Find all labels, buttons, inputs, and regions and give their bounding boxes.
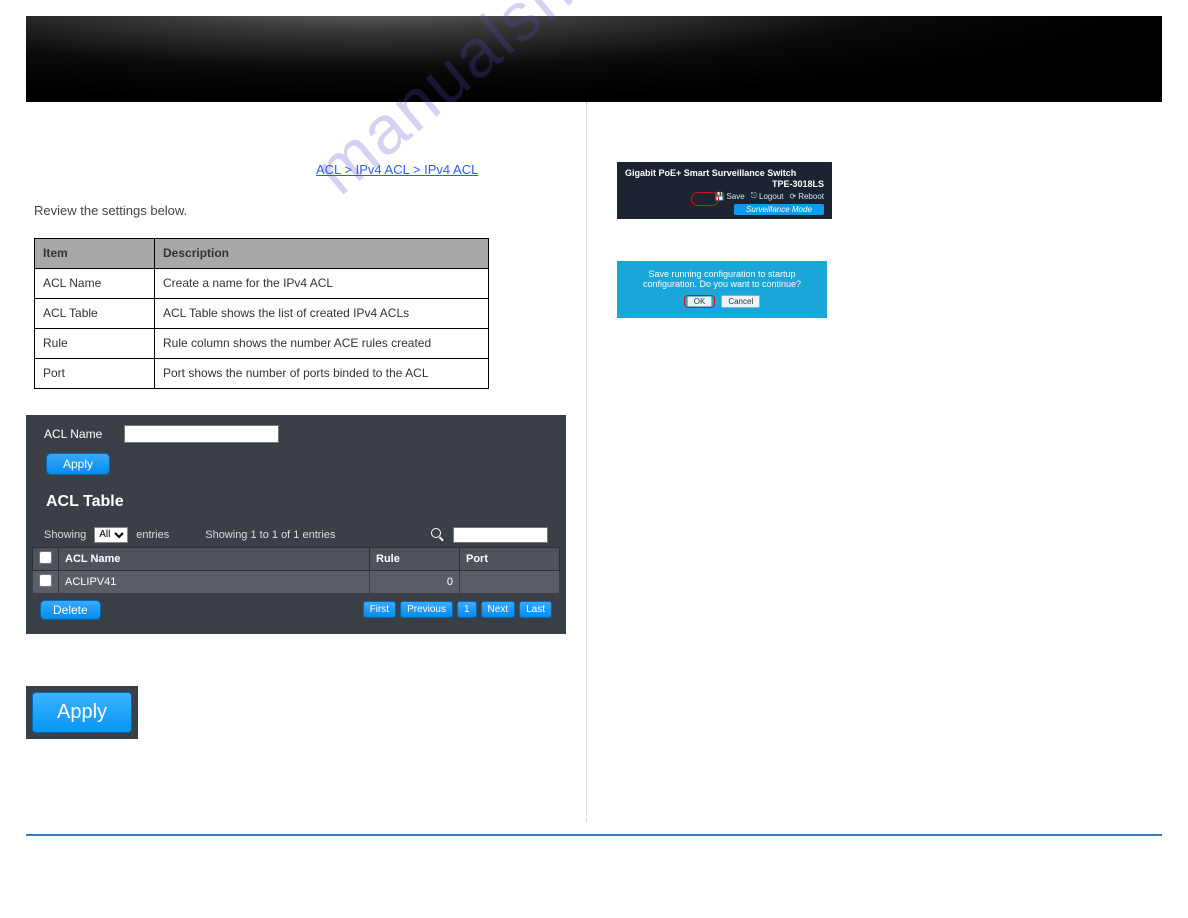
pager-last[interactable]: Last (519, 601, 552, 618)
cfg-cell-desc: Port shows the number of ports binded to… (155, 358, 489, 388)
cfg-cell-desc: Create a name for the IPv4 ACL (155, 268, 489, 298)
nav-path-link[interactable]: ACL > IPv4 ACL > IPv4 ACL (316, 162, 566, 177)
search-icon (431, 528, 445, 542)
entries-suffix: entries (136, 529, 169, 541)
apply-button-frame: Apply (26, 686, 138, 739)
logout-link[interactable]: ⎋ Logout (751, 191, 784, 201)
confirm-ok-button[interactable]: OK (687, 296, 713, 307)
page-footer-divider (26, 834, 1162, 842)
cfg-cell-desc: Rule column shows the number ACE rules c… (155, 328, 489, 358)
acl-name-label: ACL Name (44, 427, 124, 441)
left-column: ACL > IPv4 ACL > IPv4 ACL Review the set… (26, 102, 586, 822)
intro-text: Review the settings below. (26, 201, 566, 222)
confirm-cancel-button[interactable]: Cancel (721, 295, 760, 308)
acl-row-port (460, 570, 560, 593)
reboot-icon: ⟳ (790, 192, 797, 201)
delete-button[interactable]: Delete (40, 600, 101, 620)
pager-previous[interactable]: Previous (400, 601, 453, 618)
pager-first[interactable]: First (363, 601, 396, 618)
acl-row-checkbox[interactable] (39, 574, 52, 587)
cfg-row: ACL Name Create a name for the IPv4 ACL (35, 268, 489, 298)
acl-col-port: Port (460, 547, 560, 570)
ok-highlight: OK (684, 295, 716, 308)
cfg-cell-item: Port (35, 358, 155, 388)
cfg-header-item: Item (35, 238, 155, 268)
acl-select-all[interactable] (39, 551, 52, 564)
cfg-row: Rule Rule column shows the number ACE ru… (35, 328, 489, 358)
acl-table-title: ACL Table (26, 487, 566, 523)
cfg-cell-item: ACL Name (35, 268, 155, 298)
cfg-row: ACL Table ACL Table shows the list of cr… (35, 298, 489, 328)
page-header-banner (26, 16, 1162, 102)
cfg-row: Port Port shows the number of ports bind… (35, 358, 489, 388)
save-link[interactable]: 💾 Save (715, 192, 745, 201)
showing-range: Showing 1 to 1 of 1 entries (205, 529, 335, 541)
acl-panel: ACL Name Apply ACL Table Showing All ent… (26, 415, 566, 634)
cfg-cell-item: ACL Table (35, 298, 155, 328)
config-table: Item Description ACL Name Create a name … (34, 238, 489, 389)
confirm-dialog: Save running configuration to startup co… (617, 261, 827, 318)
confirm-text: Save running configuration to startup co… (627, 269, 817, 289)
cfg-header-desc: Description (155, 238, 489, 268)
switch-model: TPE-3018LS (625, 179, 824, 189)
acl-row-name: ACLIPV41 (59, 570, 370, 593)
logout-icon: ⎋ (751, 191, 757, 201)
cfg-cell-item: Rule (35, 328, 155, 358)
entries-select[interactable]: All (94, 527, 128, 543)
right-column: Gigabit PoE+ Smart Surveillance Switch T… (586, 102, 1146, 822)
acl-apply-button[interactable]: Apply (46, 453, 110, 475)
acl-col-name: ACL Name (59, 547, 370, 570)
acl-row-rule: 0 (370, 570, 460, 593)
surveillance-mode-badge[interactable]: Surveillance Mode (734, 204, 824, 215)
acl-row: ACLIPV41 0 (33, 570, 560, 593)
cfg-cell-desc: ACL Table shows the list of created IPv4… (155, 298, 489, 328)
acl-search-input[interactable] (453, 527, 548, 543)
switch-title: Gigabit PoE+ Smart Surveillance Switch (625, 168, 824, 178)
acl-table: ACL Name Rule Port ACLIPV41 0 (32, 547, 560, 594)
pager-1[interactable]: 1 (457, 601, 477, 618)
save-highlight-circle (691, 192, 719, 206)
reboot-link[interactable]: ⟳ Reboot (790, 192, 825, 201)
pager-next[interactable]: Next (481, 601, 516, 618)
acl-name-input[interactable] (124, 425, 279, 443)
switch-header-panel: Gigabit PoE+ Smart Surveillance Switch T… (617, 162, 832, 219)
apply-button[interactable]: Apply (32, 692, 132, 733)
acl-col-rule: Rule (370, 547, 460, 570)
showing-prefix: Showing (44, 529, 86, 541)
